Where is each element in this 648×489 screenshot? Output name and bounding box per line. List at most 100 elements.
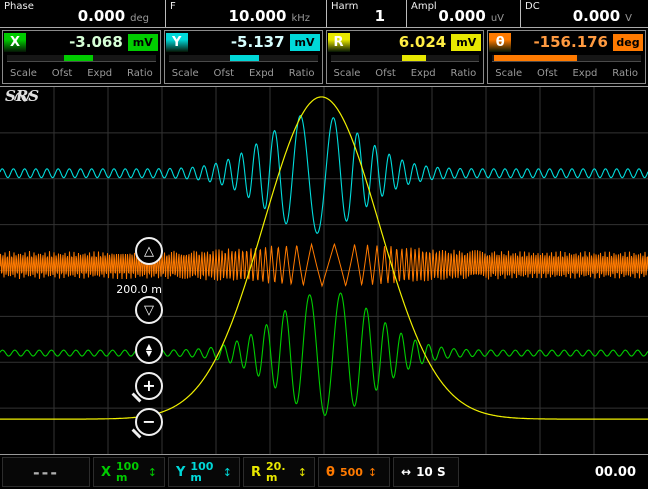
channel-r-slider[interactable]	[331, 54, 480, 62]
offset-down-button[interactable]: ▽	[135, 296, 163, 324]
settings-bar: Phase 0.000 deg F 10.000 kHz Harm 1 Ampl…	[0, 0, 648, 28]
channel-y-readout: Y -5.137 mV	[165, 31, 322, 52]
pan-arrows-icon: ▲ ▼	[146, 343, 152, 357]
footer-scale-value: 100 m	[190, 461, 217, 483]
channel-x-menu: Scale Ofst Expd Ratio	[3, 63, 160, 83]
channel-box-theta[interactable]: θ -156.176 deg Scale Ofst Expd Ratio	[487, 30, 646, 84]
setting-frequency-unit: kHz	[291, 14, 310, 24]
channel-box-y[interactable]: Y -5.137 mV Scale Ofst Expd Ratio	[164, 30, 323, 84]
menu-item-ofst[interactable]: Ofst	[52, 68, 73, 79]
channel-unit-chip: mV	[290, 34, 320, 51]
trigger-status[interactable]: ---	[2, 457, 90, 487]
offset-value-label: 200.0 m	[88, 283, 162, 296]
channel-box-x[interactable]: X -3.068 mV Scale Ofst Expd Ratio	[2, 30, 161, 84]
menu-item-scale[interactable]: Scale	[495, 68, 522, 79]
channel-slider-thumb[interactable]	[64, 55, 94, 61]
triangle-down-icon: ▽	[144, 304, 154, 317]
time-readout: 00.00	[571, 457, 643, 487]
updown-arrows-icon: ↕	[148, 467, 157, 478]
footer-scale-x[interactable]: X 100 m ↕	[93, 457, 165, 487]
menu-item-expd[interactable]: Expd	[87, 68, 112, 79]
updown-arrows-icon: ↕	[223, 467, 232, 478]
setting-harmonic-label: Harm	[331, 1, 358, 12]
menu-item-expd[interactable]: Expd	[249, 68, 274, 79]
footer-spacer	[462, 457, 568, 487]
updown-arrows-icon: ↕	[368, 467, 377, 478]
menu-item-ofst[interactable]: Ofst	[537, 68, 558, 79]
channel-letter-chip: R	[328, 33, 350, 52]
triangle-up-icon: △	[144, 245, 154, 258]
menu-item-ofst[interactable]: Ofst	[375, 68, 396, 79]
setting-dc-label: DC	[525, 1, 540, 12]
menu-item-expd[interactable]: Expd	[411, 68, 436, 79]
channel-row: X -3.068 mV Scale Ofst Expd Ratio Y -5.1…	[0, 28, 648, 86]
channel-value: -156.176	[511, 35, 613, 50]
channel-letter-chip: θ	[489, 33, 511, 52]
zoom-in-button[interactable]: +	[135, 372, 163, 400]
channel-slider-thumb[interactable]	[402, 55, 426, 61]
setting-frequency[interactable]: F 10.000 kHz	[166, 0, 327, 27]
setting-harmonic-value: 1	[375, 9, 385, 24]
channel-theta-readout: θ -156.176 deg	[488, 31, 645, 52]
channel-unit-chip: deg	[613, 34, 643, 51]
zoom-in-icon: +	[142, 378, 155, 394]
setting-phase-label: Phase	[4, 1, 34, 12]
channel-theta-slider[interactable]	[492, 54, 641, 62]
channel-letter-chip: X	[4, 33, 26, 52]
footer-scale-value: 20. m	[266, 461, 293, 483]
menu-item-ofst[interactable]: Ofst	[214, 68, 235, 79]
pan-down-icon: ▼	[146, 350, 152, 357]
srs-logo-wave-icon	[5, 89, 39, 104]
channel-theta-menu: Scale Ofst Expd Ratio	[488, 63, 645, 83]
channel-r-readout: R 6.024 mV	[327, 31, 484, 52]
setting-phase-unit: deg	[130, 14, 149, 24]
menu-item-expd[interactable]: Expd	[572, 68, 597, 79]
offset-up-button[interactable]: △	[135, 237, 163, 265]
timebase-value: 10 S	[416, 465, 446, 479]
channel-r-menu: Scale Ofst Expd Ratio	[327, 63, 484, 83]
channel-slider-thumb[interactable]	[494, 55, 577, 61]
menu-item-scale[interactable]: Scale	[172, 68, 199, 79]
menu-item-ratio[interactable]: Ratio	[127, 68, 153, 79]
srs-logo: SRS	[5, 89, 39, 104]
footer-scale-value: 100 m	[116, 461, 143, 483]
channel-y-menu: Scale Ofst Expd Ratio	[165, 63, 322, 83]
updown-arrows-icon: ↕	[298, 467, 307, 478]
setting-phase-value: 0.000	[78, 9, 125, 24]
setting-amplitude-unit: uV	[491, 14, 504, 24]
trigger-status-text: ---	[33, 463, 59, 482]
footer-scale-y[interactable]: Y 100 m ↕	[168, 457, 240, 487]
footer-scale-theta[interactable]: θ 500 ↕	[318, 457, 390, 487]
pan-updown-button[interactable]: ▲ ▼	[135, 336, 163, 364]
channel-box-r[interactable]: R 6.024 mV Scale Ofst Expd Ratio	[326, 30, 485, 84]
menu-item-ratio[interactable]: Ratio	[612, 68, 638, 79]
footer-scale-label: R	[251, 466, 261, 479]
footer-scale-value: 500	[340, 467, 363, 478]
setting-dc-unit: V	[625, 14, 632, 24]
channel-slider-thumb[interactable]	[230, 55, 260, 61]
setting-phase[interactable]: Phase 0.000 deg	[0, 0, 166, 27]
menu-item-ratio[interactable]: Ratio	[289, 68, 315, 79]
setting-frequency-value: 10.000	[229, 9, 287, 24]
channel-value: 6.024	[350, 35, 452, 50]
lockin-screen: Phase 0.000 deg F 10.000 kHz Harm 1 Ampl…	[0, 0, 648, 489]
zoom-out-button[interactable]: −	[135, 408, 163, 436]
menu-item-scale[interactable]: Scale	[334, 68, 361, 79]
menu-item-scale[interactable]: Scale	[10, 68, 37, 79]
channel-y-slider[interactable]	[169, 54, 318, 62]
setting-frequency-label: F	[170, 1, 176, 12]
plot-area[interactable]: SRS △ 200.0 m ▽ ▲ ▼ + −	[0, 86, 648, 454]
channel-unit-chip: mV	[451, 34, 481, 51]
setting-harmonic[interactable]: Harm 1	[327, 0, 407, 27]
channel-x-slider[interactable]	[7, 54, 156, 62]
footer-scale-r[interactable]: R 20. m ↕	[243, 457, 315, 487]
channel-x-readout: X -3.068 mV	[3, 31, 160, 52]
menu-item-ratio[interactable]: Ratio	[451, 68, 477, 79]
setting-dc[interactable]: DC 0.000 V	[521, 0, 648, 27]
time-readout-value: 00.00	[595, 465, 636, 480]
setting-amplitude[interactable]: Ampl 0.000 uV	[407, 0, 521, 27]
zoom-out-icon: −	[142, 414, 155, 430]
channel-value: -5.137	[188, 35, 290, 50]
footer-scale-label: θ	[326, 466, 335, 479]
timebase-control[interactable]: ↔ 10 S	[393, 457, 459, 487]
